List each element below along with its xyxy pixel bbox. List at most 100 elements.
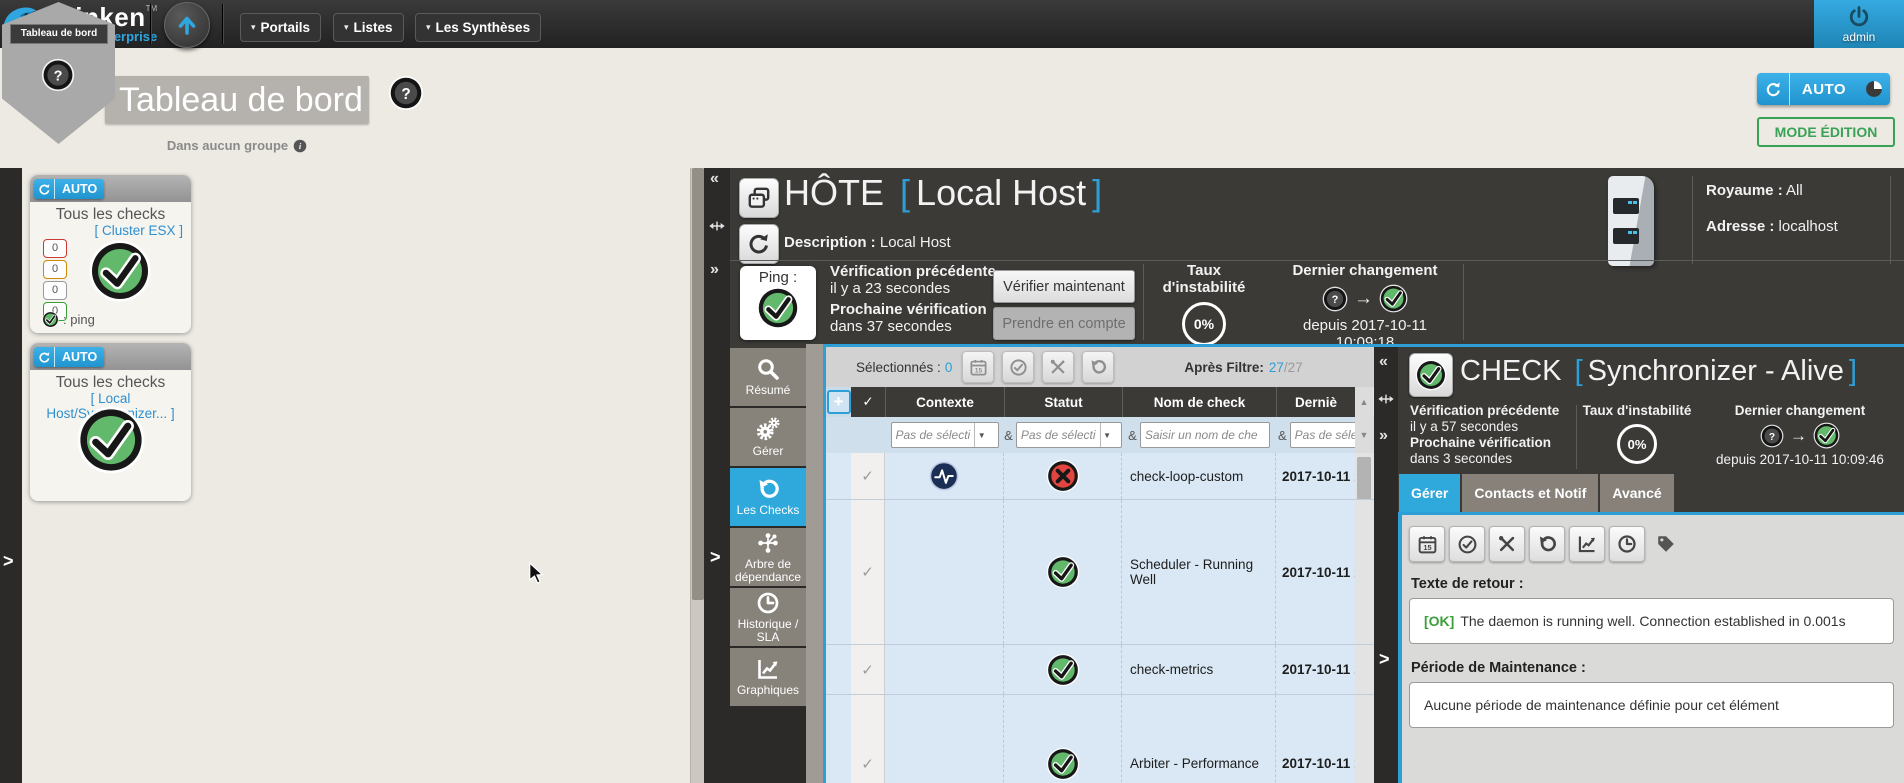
check-name[interactable]: Arbiter - Performance xyxy=(1122,695,1276,783)
check-status-button[interactable] xyxy=(1409,353,1453,397)
badge-help-button[interactable] xyxy=(41,58,75,92)
table-row[interactable]: ✓ check-loop-custom 2017-10-11 14 xyxy=(826,453,1374,500)
resize-icon[interactable] xyxy=(709,218,725,234)
recheck-button[interactable] xyxy=(1082,351,1114,383)
host-refresh-button[interactable] xyxy=(739,224,779,264)
tab-arbre-de-dependance[interactable]: Arbre de dépendance xyxy=(730,528,806,586)
row-select-check[interactable]: ✓ xyxy=(851,645,885,694)
check-name[interactable]: check-loop-custom xyxy=(1122,453,1276,499)
check-panel-tabs: Gérer Contacts et Notif Avancé xyxy=(1399,474,1674,512)
schedule-button[interactable] xyxy=(1409,526,1445,562)
description-label: Description : xyxy=(784,234,876,251)
add-column-button[interactable]: + xyxy=(827,390,851,414)
page-title: Tableau de bord xyxy=(105,76,369,124)
page-header: Tableau de bord Dans aucun groupe AUTO M… xyxy=(0,48,1904,168)
help-button[interactable] xyxy=(388,75,424,111)
widget-scope-link[interactable]: [ Cluster ESX ] xyxy=(30,223,191,238)
widget-all-checks-localhost[interactable]: AUTO Tous les checks [ Local Host/Synchr… xyxy=(30,343,191,501)
check-now-button[interactable]: Vérifier maintenant xyxy=(993,270,1135,303)
host-type-button[interactable] xyxy=(739,178,779,218)
filter-placeholder: Pas de séle xyxy=(1291,428,1355,442)
filter-statut-select[interactable]: Pas de sélecti▼ xyxy=(1016,422,1122,448)
up-arrow-icon xyxy=(175,13,199,37)
collapse-left-icon[interactable]: « xyxy=(1379,354,1388,370)
column-nom-de-check[interactable]: Nom de check xyxy=(1122,387,1276,417)
scrollbar-thumb[interactable] xyxy=(692,168,704,600)
info-icon[interactable] xyxy=(293,139,307,153)
separator xyxy=(730,260,1904,261)
schedule-button[interactable] xyxy=(962,351,994,383)
menu-les-syntheses[interactable]: ▾ Les Synthèses xyxy=(415,13,541,42)
column-derniere[interactable]: Derniè xyxy=(1276,387,1355,417)
widget-auto-button[interactable]: AUTO xyxy=(34,347,104,367)
tab-contacts-et-notif[interactable]: Contacts et Notif xyxy=(1462,474,1598,512)
realm-label: Royaume : xyxy=(1706,182,1783,199)
refresh-icon xyxy=(38,351,51,364)
tab-avance[interactable]: Avancé xyxy=(1600,474,1673,512)
home-up-button[interactable] xyxy=(164,2,210,48)
filter-contexte-select[interactable]: Pas de sélecti▼ xyxy=(891,422,999,448)
widget-all-checks-cluster[interactable]: AUTO Tous les checks [ Cluster ESX ] 0 0… xyxy=(30,175,191,333)
graph-button[interactable] xyxy=(1569,526,1605,562)
left-panel-scrollbar[interactable] xyxy=(690,168,705,783)
acknowledge-button[interactable]: Prendre en compte xyxy=(993,307,1135,340)
menu-listes[interactable]: ▾ Listes xyxy=(333,13,404,42)
tab-resume[interactable]: Résumé xyxy=(730,348,806,406)
table-row[interactable]: ✓ Scheduler - Running Well 2017-10-11 14 xyxy=(826,500,1374,645)
tab-historique-sla[interactable]: Historique / SLA xyxy=(730,588,806,646)
open-panel-icon[interactable]: > xyxy=(1379,650,1390,668)
fix-button[interactable] xyxy=(1042,351,1074,383)
auto-timer-icon xyxy=(1864,79,1884,99)
column-select[interactable]: ✓ xyxy=(851,387,885,417)
tab-les-checks[interactable]: Les Checks xyxy=(730,468,806,526)
tab-label: Les Checks xyxy=(737,504,800,517)
tab-gerer[interactable]: Gérer xyxy=(1399,474,1460,512)
check-name[interactable]: Scheduler - Running Well xyxy=(1122,500,1276,644)
gears-icon xyxy=(755,416,781,442)
acknowledge-selected-button[interactable] xyxy=(1002,351,1034,383)
edit-mode-button[interactable]: MODE ÉDITION xyxy=(1757,117,1895,147)
host-title: HÔTE [Local Host] xyxy=(784,172,1108,214)
table-row[interactable]: ✓ Arbiter - Performance 2017-10-11 14 xyxy=(826,695,1374,783)
network-icon xyxy=(756,531,780,555)
open-panel-icon[interactable]: > xyxy=(710,548,721,566)
row-select-check[interactable]: ✓ xyxy=(851,500,885,644)
history-button[interactable] xyxy=(1609,526,1645,562)
filter-name-input[interactable]: Saisir un nom de che xyxy=(1140,422,1270,448)
user-admin-button[interactable]: admin xyxy=(1814,0,1904,48)
status-ok-icon xyxy=(88,239,152,303)
row-select-check[interactable]: ✓ xyxy=(851,695,885,783)
column-statut[interactable]: Statut xyxy=(1004,387,1122,417)
topbar-separator xyxy=(150,4,151,44)
resize-icon[interactable] xyxy=(1378,391,1394,407)
expand-right-icon[interactable]: » xyxy=(710,262,719,278)
table-scroll-up[interactable]: ▲ xyxy=(1355,387,1373,417)
power-icon xyxy=(1847,5,1871,29)
scrollbar-thumb[interactable] xyxy=(1357,457,1371,499)
acknowledge-button[interactable] xyxy=(1449,526,1485,562)
tab-gerer[interactable]: Gérer xyxy=(730,408,806,466)
group-note: Dans aucun groupe xyxy=(105,138,369,153)
tab-label: Gérer xyxy=(753,445,784,458)
left-collapse-strip: > xyxy=(0,168,22,783)
widget-auto-button[interactable]: AUTO xyxy=(34,179,104,199)
row-select-check[interactable]: ✓ xyxy=(851,453,885,499)
flapping-label: Taux d'instabilité xyxy=(1582,403,1692,419)
table-scroll-down[interactable]: ▼ xyxy=(1355,417,1373,453)
table-row[interactable]: ✓ check-metrics 2017-10-11 14 xyxy=(826,645,1374,695)
expand-left-icon[interactable]: > xyxy=(3,552,14,570)
expand-right-icon[interactable]: » xyxy=(1379,428,1388,444)
recheck-button[interactable] xyxy=(1529,526,1565,562)
check-name[interactable]: check-metrics xyxy=(1122,645,1276,694)
collapse-left-icon[interactable]: « xyxy=(710,171,719,187)
table-scrollbar[interactable] xyxy=(1355,453,1373,499)
tag-button[interactable] xyxy=(1655,533,1677,555)
ok-icon xyxy=(1415,359,1447,391)
column-contexte[interactable]: Contexte xyxy=(885,387,1004,417)
auto-refresh-button[interactable]: AUTO xyxy=(1757,73,1890,105)
ping-label: Ping : xyxy=(759,269,797,286)
menu-portails[interactable]: ▾ Portails xyxy=(240,13,321,42)
fix-button[interactable] xyxy=(1489,526,1525,562)
filter-date-input[interactable]: Pas de séle xyxy=(1290,422,1355,448)
tab-graphiques[interactable]: Graphiques xyxy=(730,648,806,706)
